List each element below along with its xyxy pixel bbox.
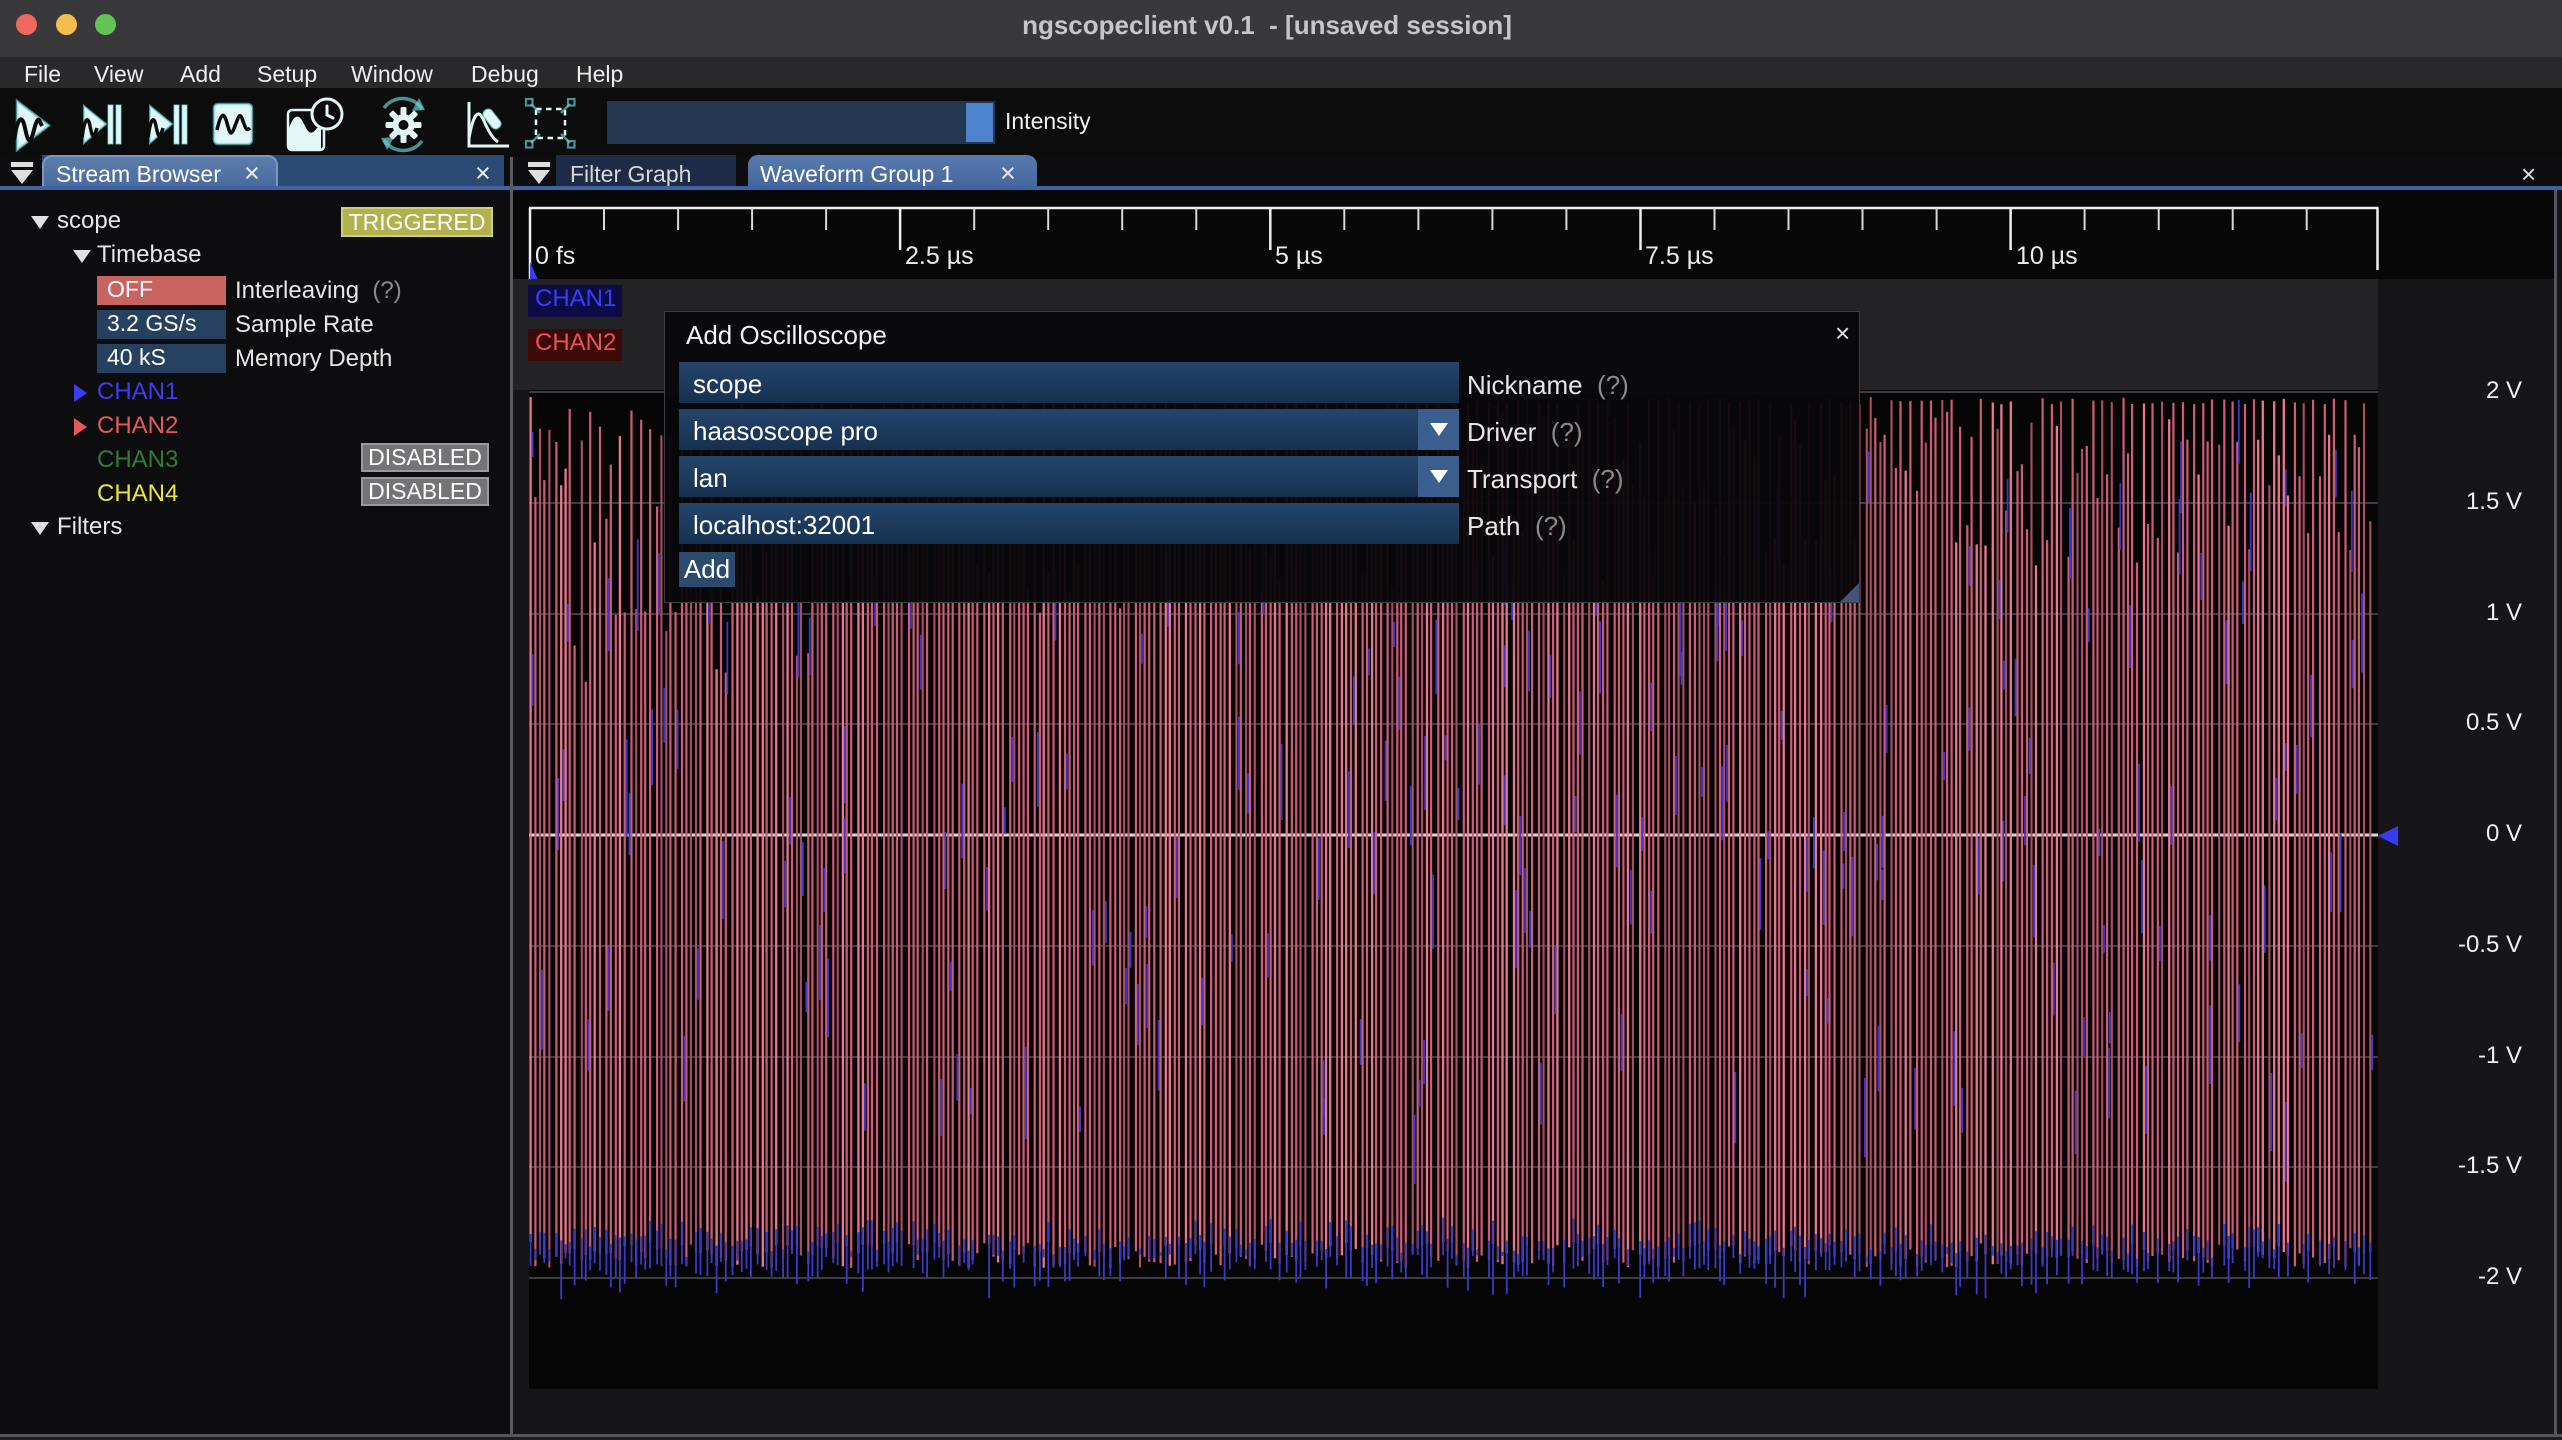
- svg-text:10 µs: 10 µs: [2016, 242, 2078, 270]
- svg-text:0 fs: 0 fs: [535, 242, 575, 270]
- svg-text:2.5 µs: 2.5 µs: [905, 242, 974, 270]
- svg-text:5 µs: 5 µs: [1275, 242, 1323, 270]
- svg-text:7.5 µs: 7.5 µs: [1645, 242, 1714, 270]
